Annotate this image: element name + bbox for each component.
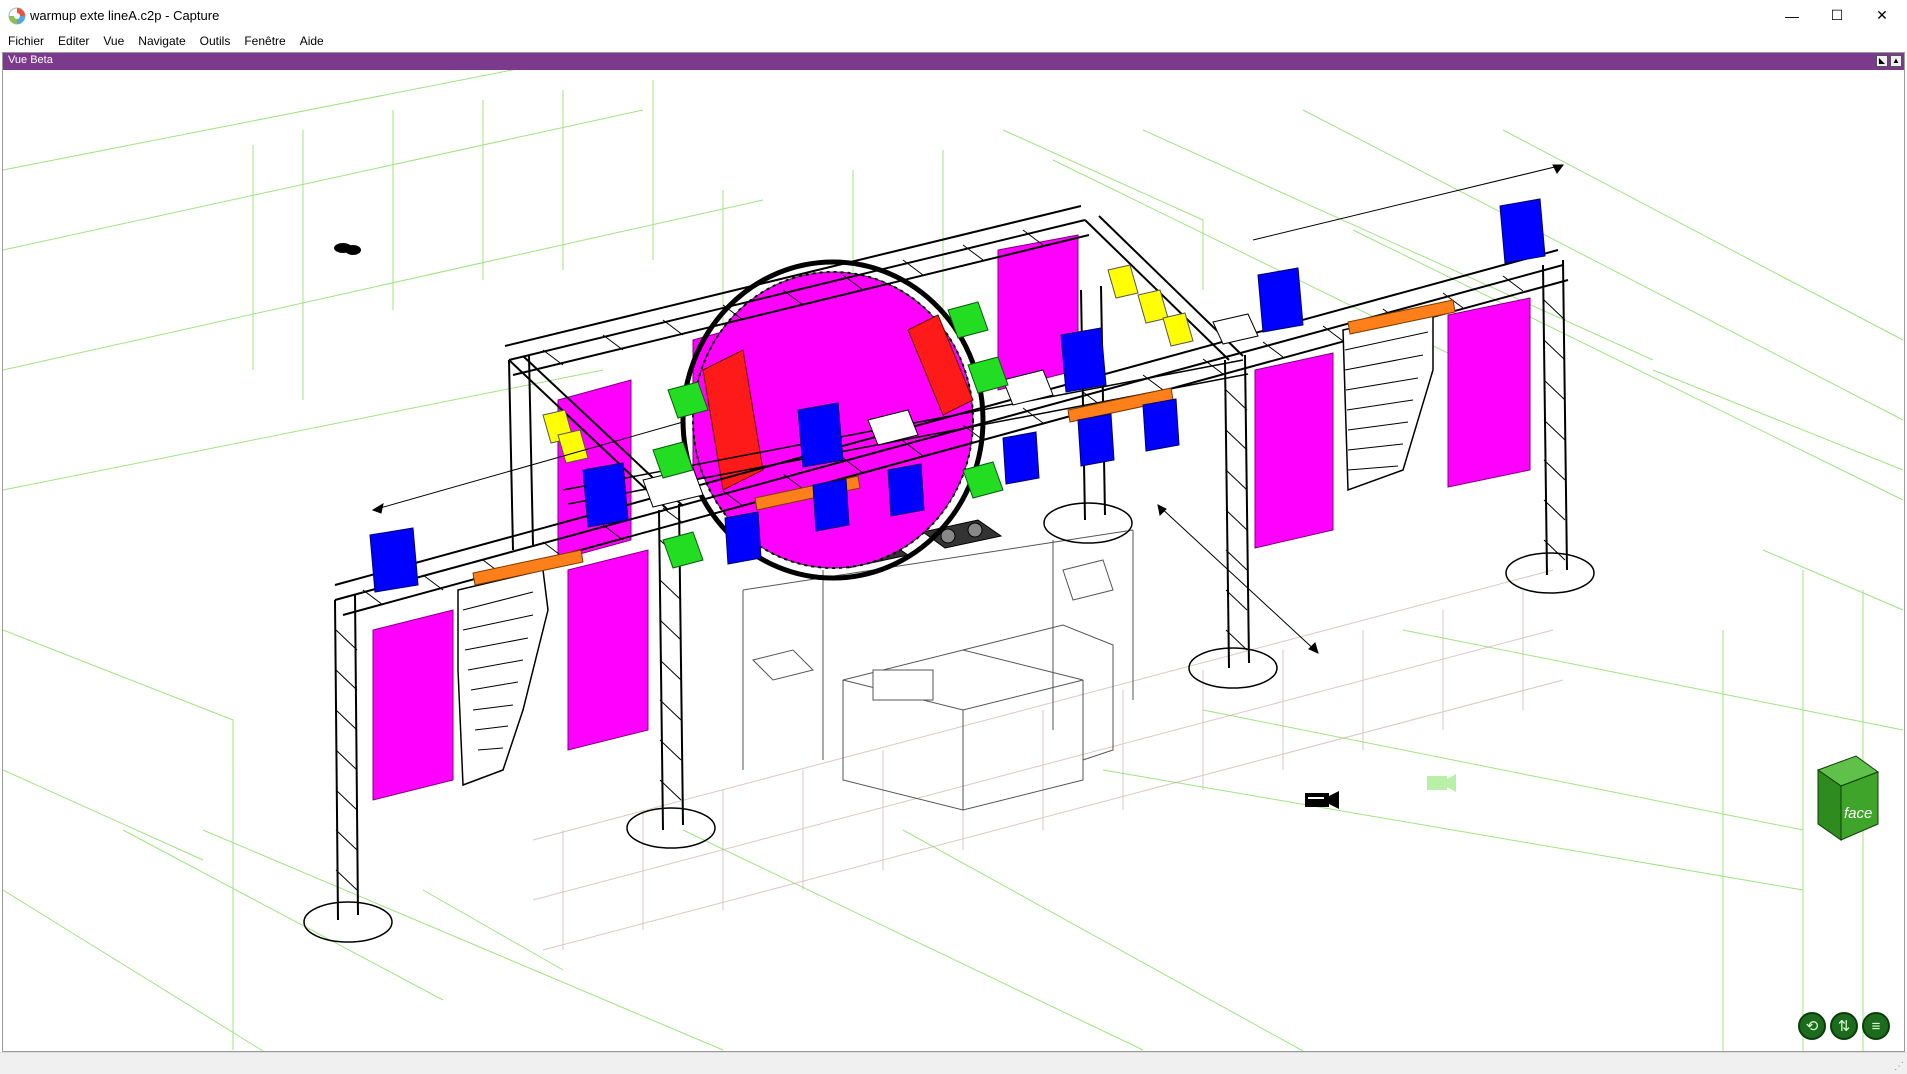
orbit-icon[interactable]: ⟲ [1798, 1012, 1826, 1040]
scene-canvas: face [3, 70, 1904, 1051]
minimize-button[interactable]: — [1770, 0, 1814, 31]
resize-grip-icon[interactable]: ⋰ [1894, 1061, 1904, 1072]
menu-navigate[interactable]: Navigate [131, 31, 192, 51]
venue-wireframe [3, 70, 1904, 1051]
view-maximize-button[interactable]: ▲ [1890, 55, 1902, 67]
menu-vue[interactable]: Vue [96, 31, 131, 51]
view-header: Vue Beta ◣ ▲ [3, 53, 1904, 70]
camera-icon[interactable] [1305, 791, 1339, 809]
menu-outils[interactable]: Outils [193, 31, 238, 51]
close-button[interactable]: ✕ [1860, 0, 1904, 31]
menu-bar: Fichier Editer Vue Navigate Outils Fenêt… [0, 31, 1907, 51]
camera-ghost-icon[interactable] [1427, 774, 1456, 792]
cube-face-label: face [1844, 805, 1872, 822]
menu-fenetre[interactable]: Fenêtre [237, 31, 292, 51]
capture-logo-icon [8, 7, 26, 25]
title-bar: warmup exte lineA.c2p - Capture — ☐ ✕ [0, 0, 1907, 31]
menu-fichier[interactable]: Fichier [0, 31, 51, 51]
barrier-wireframe [532, 569, 1564, 951]
3d-viewport[interactable]: face ⟲ ⇅ ≡ [3, 70, 1904, 1051]
menu-aide[interactable]: Aide [293, 31, 331, 51]
window-title: warmup exte lineA.c2p - Capture [30, 8, 220, 23]
view-restore-button[interactable]: ◣ [1876, 55, 1888, 67]
view-title: Vue Beta [8, 54, 53, 66]
rotate-icon[interactable]: ⇅ [1830, 1012, 1858, 1040]
maximize-button[interactable]: ☐ [1815, 0, 1859, 31]
status-bar: ⋰ [0, 1052, 1907, 1074]
orientation-cube[interactable]: face [1816, 755, 1880, 841]
menu-icon[interactable]: ≡ [1862, 1012, 1890, 1040]
smoke-machine-icon [334, 243, 361, 255]
menu-editer[interactable]: Editer [51, 31, 96, 51]
